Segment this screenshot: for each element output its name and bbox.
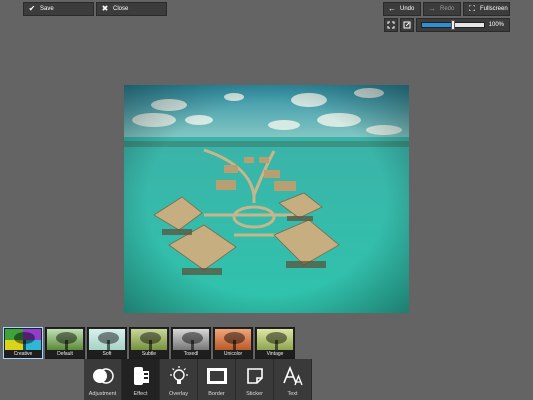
effect-preview: [89, 329, 125, 350]
save-label: Save: [40, 6, 54, 12]
tool-adjustment[interactable]: Adjustment: [84, 359, 122, 400]
zoom-level-label: 100%: [488, 22, 504, 28]
frame-icon: [206, 368, 227, 384]
tool-overlay[interactable]: Overlay: [160, 359, 198, 400]
tree-trunk-shape: [23, 340, 26, 350]
tool-label: Border: [208, 391, 225, 397]
check-icon: ✔: [28, 4, 36, 13]
sticker-icon: [246, 368, 263, 384]
tree-trunk-shape: [191, 340, 194, 350]
fullscreen-label: Fullscreen: [480, 6, 508, 12]
effect-thumb-soft[interactable]: Soft: [87, 327, 127, 359]
effect-preview: [131, 329, 167, 350]
fit-to-screen-button[interactable]: [384, 18, 398, 32]
contrast-circles-icon: [92, 368, 114, 384]
effect-preview: [257, 329, 293, 350]
arrow-left-icon: ←: [388, 4, 396, 13]
effect-label: Default: [46, 350, 84, 358]
tool-effect[interactable]: Effect: [122, 359, 160, 400]
redo-label: Redo: [440, 6, 455, 12]
zoom-slider-fill: [422, 23, 453, 27]
effect-preview: [5, 329, 41, 350]
actual-size-icon: [403, 21, 411, 29]
effect-thumb-toxedl[interactable]: Toxedl: [171, 327, 211, 359]
effect-label: Vintage: [256, 350, 294, 358]
tree-trunk-shape: [107, 340, 110, 350]
tool-label: Effect: [133, 391, 148, 397]
text-aa-icon: [282, 365, 303, 386]
effect-preview: [173, 329, 209, 350]
fullscreen-icon: ⛶: [469, 4, 475, 13]
close-icon: ✖: [101, 4, 109, 13]
canvas-photo[interactable]: [124, 85, 409, 313]
save-button[interactable]: ✔ Save: [23, 2, 94, 16]
arrow-right-icon: →: [428, 4, 436, 13]
effect-label: Soft: [88, 350, 126, 358]
zoom-control: 100%: [416, 18, 510, 32]
tool-label: Overlay: [169, 391, 188, 397]
photo-image: [124, 85, 409, 313]
zoom-slider-thumb[interactable]: [451, 20, 455, 30]
effect-thumbnails: Creative Default Soft Subtle Toxedl Unicolor V…: [3, 327, 295, 359]
tree-trunk-shape: [65, 340, 68, 350]
effect-label: Unicolor: [214, 350, 252, 358]
effect-preview: [47, 329, 83, 350]
effect-preview: [215, 329, 251, 350]
actual-size-button[interactable]: [400, 18, 414, 32]
redo-button[interactable]: → Redo: [423, 2, 461, 16]
tool-text[interactable]: Text: [274, 359, 312, 400]
film-roll-icon: [133, 367, 149, 385]
tool-label: Adjustment: [88, 391, 117, 397]
undo-label: Undo: [400, 6, 415, 12]
effect-thumb-default[interactable]: Default: [45, 327, 85, 359]
zoom-slider[interactable]: [421, 20, 485, 30]
close-label: Close: [113, 6, 129, 12]
light-bulb-icon: [169, 366, 188, 384]
tree-trunk-shape: [233, 340, 236, 350]
fullscreen-button[interactable]: ⛶ Fullscreen: [463, 2, 510, 16]
effect-thumb-vintage[interactable]: Vintage: [255, 327, 295, 359]
effect-label: Toxedl: [172, 350, 210, 358]
tool-border[interactable]: Border: [198, 359, 236, 400]
effect-label: Creative: [4, 350, 42, 358]
effect-thumb-unicolor[interactable]: Unicolor: [213, 327, 253, 359]
fit-screen-icon: [387, 21, 395, 29]
tree-trunk-shape: [149, 340, 152, 350]
close-button[interactable]: ✖ Close: [96, 2, 167, 16]
tool-label: Text: [287, 391, 298, 397]
undo-button[interactable]: ← Undo: [383, 2, 421, 16]
tool-bar: Adjustment Effect Overlay Border Sticker…: [84, 359, 312, 400]
tree-trunk-shape: [275, 340, 278, 350]
effect-thumb-subtle[interactable]: Subtle: [129, 327, 169, 359]
tool-label: Sticker: [246, 391, 263, 397]
effect-label: Subtle: [130, 350, 168, 358]
tool-sticker[interactable]: Sticker: [236, 359, 274, 400]
effect-thumb-creative[interactable]: Creative: [3, 327, 43, 359]
